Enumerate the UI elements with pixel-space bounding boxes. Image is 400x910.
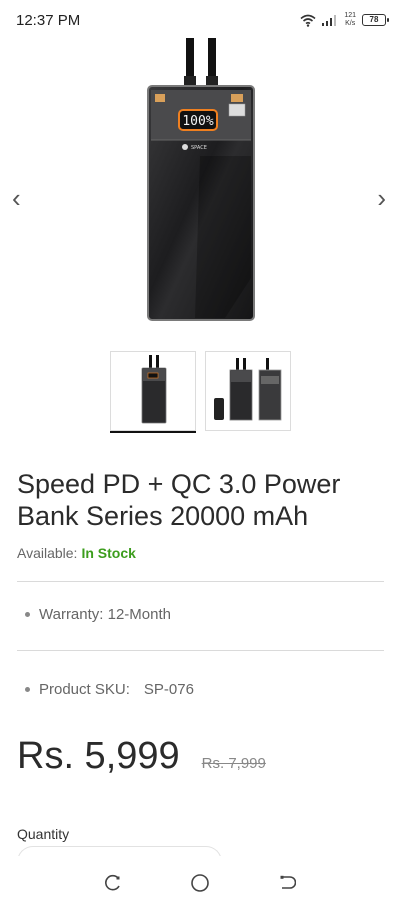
- power-display-text: 100%: [182, 114, 213, 129]
- thumbnail-angle[interactable]: [205, 351, 291, 431]
- thumbnail-angle-image: [214, 358, 282, 421]
- sku-label: Product SKU:: [39, 681, 130, 698]
- home-icon[interactable]: [185, 868, 215, 898]
- product-title: Speed PD + QC 3.0 Power Bank Series 2000…: [17, 469, 341, 531]
- current-price: Rs. 5,999: [17, 735, 180, 777]
- battery-icon: 78: [362, 14, 389, 26]
- status-indicators: 121 K/s 78: [300, 12, 389, 28]
- divider: [17, 581, 384, 582]
- chevron-right-icon[interactable]: ›: [377, 185, 386, 211]
- chevron-left-icon[interactable]: ‹: [12, 185, 21, 211]
- thumbnail-front-image: [141, 355, 167, 424]
- back-icon[interactable]: [272, 868, 302, 898]
- network-speed-unit: K/s: [345, 20, 356, 27]
- quantity-label: Quantity: [17, 826, 70, 842]
- product-image: 100% SPACE: [147, 38, 255, 321]
- thumbnail-front[interactable]: [110, 351, 196, 433]
- product-gallery: ‹ 100% SPACE ›: [0, 30, 400, 330]
- recent-apps-icon[interactable]: [98, 868, 128, 898]
- wifi-icon: [300, 14, 316, 27]
- network-speed: 121 K/s: [344, 12, 356, 28]
- availability: Available: In Stock: [17, 545, 136, 561]
- battery-level: 78: [369, 15, 379, 24]
- sku-info: Product SKU: SP-076: [25, 681, 194, 698]
- system-nav-bar: [0, 856, 400, 910]
- original-price: Rs. 7,999: [201, 755, 266, 772]
- bullet-icon: [25, 687, 30, 692]
- network-speed-value: 121: [344, 12, 356, 19]
- sku-value: SP-076: [143, 681, 194, 698]
- stock-status: In Stock: [81, 545, 136, 561]
- divider: [17, 650, 384, 651]
- warranty-info: Warranty: 12-Month: [25, 606, 171, 623]
- bullet-icon: [25, 612, 30, 617]
- brand-logo-text: SPACE: [191, 145, 207, 151]
- signal-icon: [322, 15, 337, 26]
- status-time: 12:37 PM: [16, 11, 81, 29]
- thumbnail-strip: [110, 351, 291, 433]
- warranty-text: Warranty: 12-Month: [39, 606, 171, 623]
- availability-label: Available:: [17, 545, 78, 561]
- price-row: Rs. 5,999 Rs. 7,999: [17, 735, 266, 778]
